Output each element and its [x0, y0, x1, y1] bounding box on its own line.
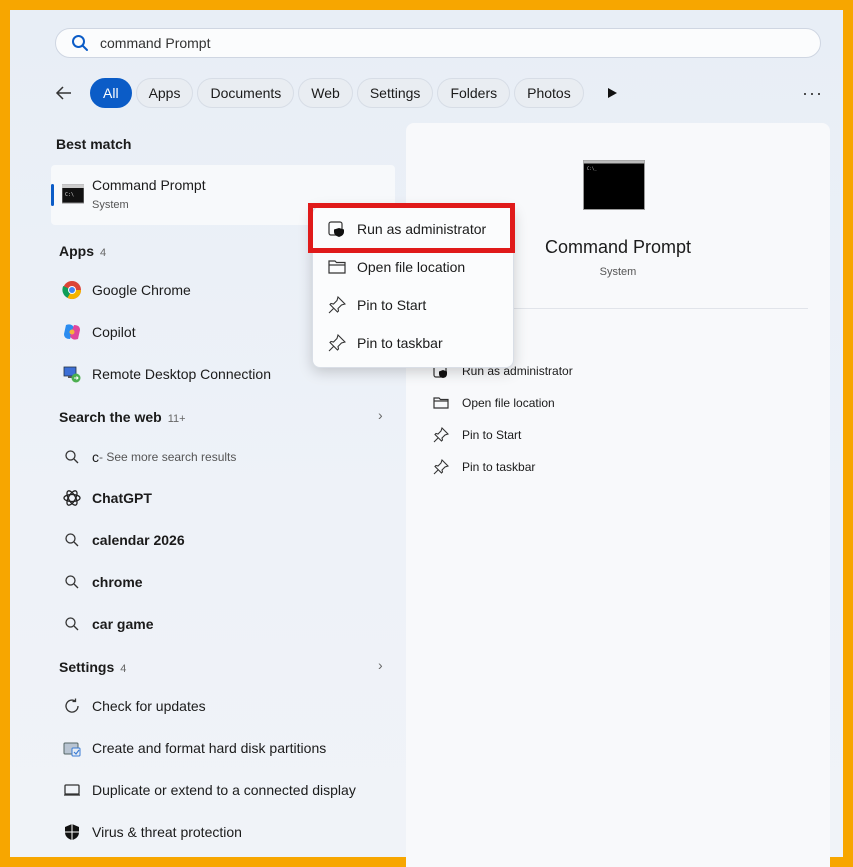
- list-item-label: Create and format hard disk partitions: [92, 740, 327, 756]
- back-arrow-icon[interactable]: [50, 79, 78, 107]
- list-item-label: ChatGPT: [92, 490, 152, 506]
- context-pin-to-taskbar[interactable]: Pin to taskbar: [327, 331, 443, 355]
- list-item-label: chrome: [92, 574, 143, 590]
- context-pin-to-start[interactable]: Pin to Start: [327, 293, 426, 317]
- context-item-label: Open file location: [357, 259, 466, 275]
- search-box[interactable]: command Prompt: [55, 28, 821, 58]
- more-options-button[interactable]: ···: [802, 83, 823, 104]
- svg-text:C:\_: C:\_: [587, 166, 597, 171]
- action-label: Open file location: [462, 396, 555, 410]
- list-item-label: c: [92, 449, 99, 465]
- search-icon: [70, 33, 90, 53]
- disk-management-icon: [60, 736, 84, 760]
- tab-apps[interactable]: Apps: [135, 78, 194, 108]
- settings-count: 4: [120, 663, 127, 675]
- action-label: Pin to taskbar: [462, 460, 536, 474]
- list-item-suffix: - See more search results: [99, 450, 237, 464]
- list-item-web-c[interactable]: c - See more search results: [60, 444, 236, 470]
- pin-icon: [432, 458, 450, 476]
- context-open-file-location[interactable]: Open file location: [327, 255, 465, 279]
- best-match-subtitle: System: [92, 199, 129, 211]
- list-item-label: Check for updates: [92, 698, 206, 714]
- copilot-icon: [60, 320, 84, 344]
- display-icon: [60, 778, 84, 802]
- list-item-google-chrome[interactable]: Google Chrome: [60, 277, 191, 303]
- list-item-copilot[interactable]: Copilot: [60, 319, 136, 345]
- folder-icon: [432, 394, 450, 412]
- list-item-label: car game: [92, 616, 154, 632]
- chevron-right-icon[interactable]: ›: [378, 407, 383, 423]
- list-item-label: Duplicate or extend to a connected displ…: [92, 782, 356, 798]
- action-open-file-location[interactable]: Open file location: [432, 393, 555, 413]
- shield-icon: [60, 820, 84, 844]
- highlight-box: [308, 203, 515, 253]
- list-item-label: Virus & threat protection: [92, 824, 242, 840]
- list-item-disk-partitions[interactable]: Create and format hard disk partitions: [60, 735, 326, 761]
- settings-heading: Settings 4: [59, 659, 126, 675]
- screenshot-frame: command Prompt All Apps Documents Web Se…: [0, 0, 853, 867]
- apps-heading: Apps 4: [59, 243, 106, 259]
- start-search-window: command Prompt All Apps Documents Web Se…: [20, 20, 853, 867]
- list-item-label: Copilot: [92, 324, 136, 340]
- chatgpt-icon: [60, 486, 84, 510]
- web-count: 11+: [167, 413, 186, 425]
- tab-web[interactable]: Web: [298, 78, 353, 108]
- settings-heading-label: Settings: [59, 659, 115, 675]
- selection-indicator: [51, 184, 54, 206]
- chrome-icon: [60, 278, 84, 302]
- list-item-calendar-2026[interactable]: calendar 2026: [60, 527, 185, 553]
- pin-icon: [432, 426, 450, 444]
- action-pin-to-taskbar[interactable]: Pin to taskbar: [432, 457, 535, 477]
- context-item-label: Pin to Start: [357, 297, 427, 313]
- search-icon: [60, 445, 84, 469]
- apps-heading-label: Apps: [59, 243, 94, 259]
- list-item-label: calendar 2026: [92, 532, 185, 548]
- list-item-check-updates[interactable]: Check for updates: [60, 693, 206, 719]
- search-icon: [60, 570, 84, 594]
- list-item-car-game[interactable]: car game: [60, 611, 153, 637]
- web-heading-label: Search the web: [59, 409, 162, 425]
- list-item-chrome[interactable]: chrome: [60, 569, 143, 595]
- remote-desktop-icon: [60, 362, 84, 386]
- folder-icon: [327, 257, 347, 277]
- list-item-virus-protection[interactable]: Virus & threat protection: [60, 819, 242, 845]
- filter-bar: All Apps Documents Web Settings Folders …: [50, 78, 624, 108]
- list-item-remote-desktop[interactable]: Remote Desktop Connection: [60, 361, 271, 387]
- action-pin-to-start[interactable]: Pin to Start: [432, 425, 521, 445]
- search-icon: [60, 528, 84, 552]
- apps-count: 4: [100, 247, 107, 259]
- list-item-label: Google Chrome: [92, 282, 191, 298]
- context-item-label: Pin to taskbar: [357, 335, 443, 351]
- command-prompt-large-icon: C:\_: [583, 160, 645, 210]
- tab-folders[interactable]: Folders: [437, 78, 511, 108]
- search-icon: [60, 612, 84, 636]
- tab-settings[interactable]: Settings: [356, 78, 434, 108]
- search-input[interactable]: command Prompt: [100, 35, 210, 51]
- command-prompt-icon: C:\: [61, 184, 85, 209]
- tab-photos[interactable]: Photos: [514, 78, 584, 108]
- pin-icon: [327, 333, 347, 353]
- best-match-heading: Best match: [56, 136, 132, 152]
- list-item-display[interactable]: Duplicate or extend to a connected displ…: [60, 777, 356, 803]
- tab-documents[interactable]: Documents: [197, 78, 295, 108]
- refresh-icon: [60, 694, 84, 718]
- more-tabs-play-icon[interactable]: [600, 81, 624, 105]
- list-item-label: Remote Desktop Connection: [92, 366, 271, 382]
- pin-icon: [327, 295, 347, 315]
- tab-all[interactable]: All: [90, 78, 132, 108]
- best-match-title: Command Prompt: [92, 177, 206, 193]
- web-heading: Search the web 11+: [59, 409, 186, 425]
- action-label: Pin to Start: [462, 428, 522, 442]
- list-item-chatgpt[interactable]: ChatGPT: [60, 485, 152, 511]
- chevron-right-icon[interactable]: ›: [378, 657, 383, 673]
- svg-text:C:\: C:\: [65, 192, 74, 198]
